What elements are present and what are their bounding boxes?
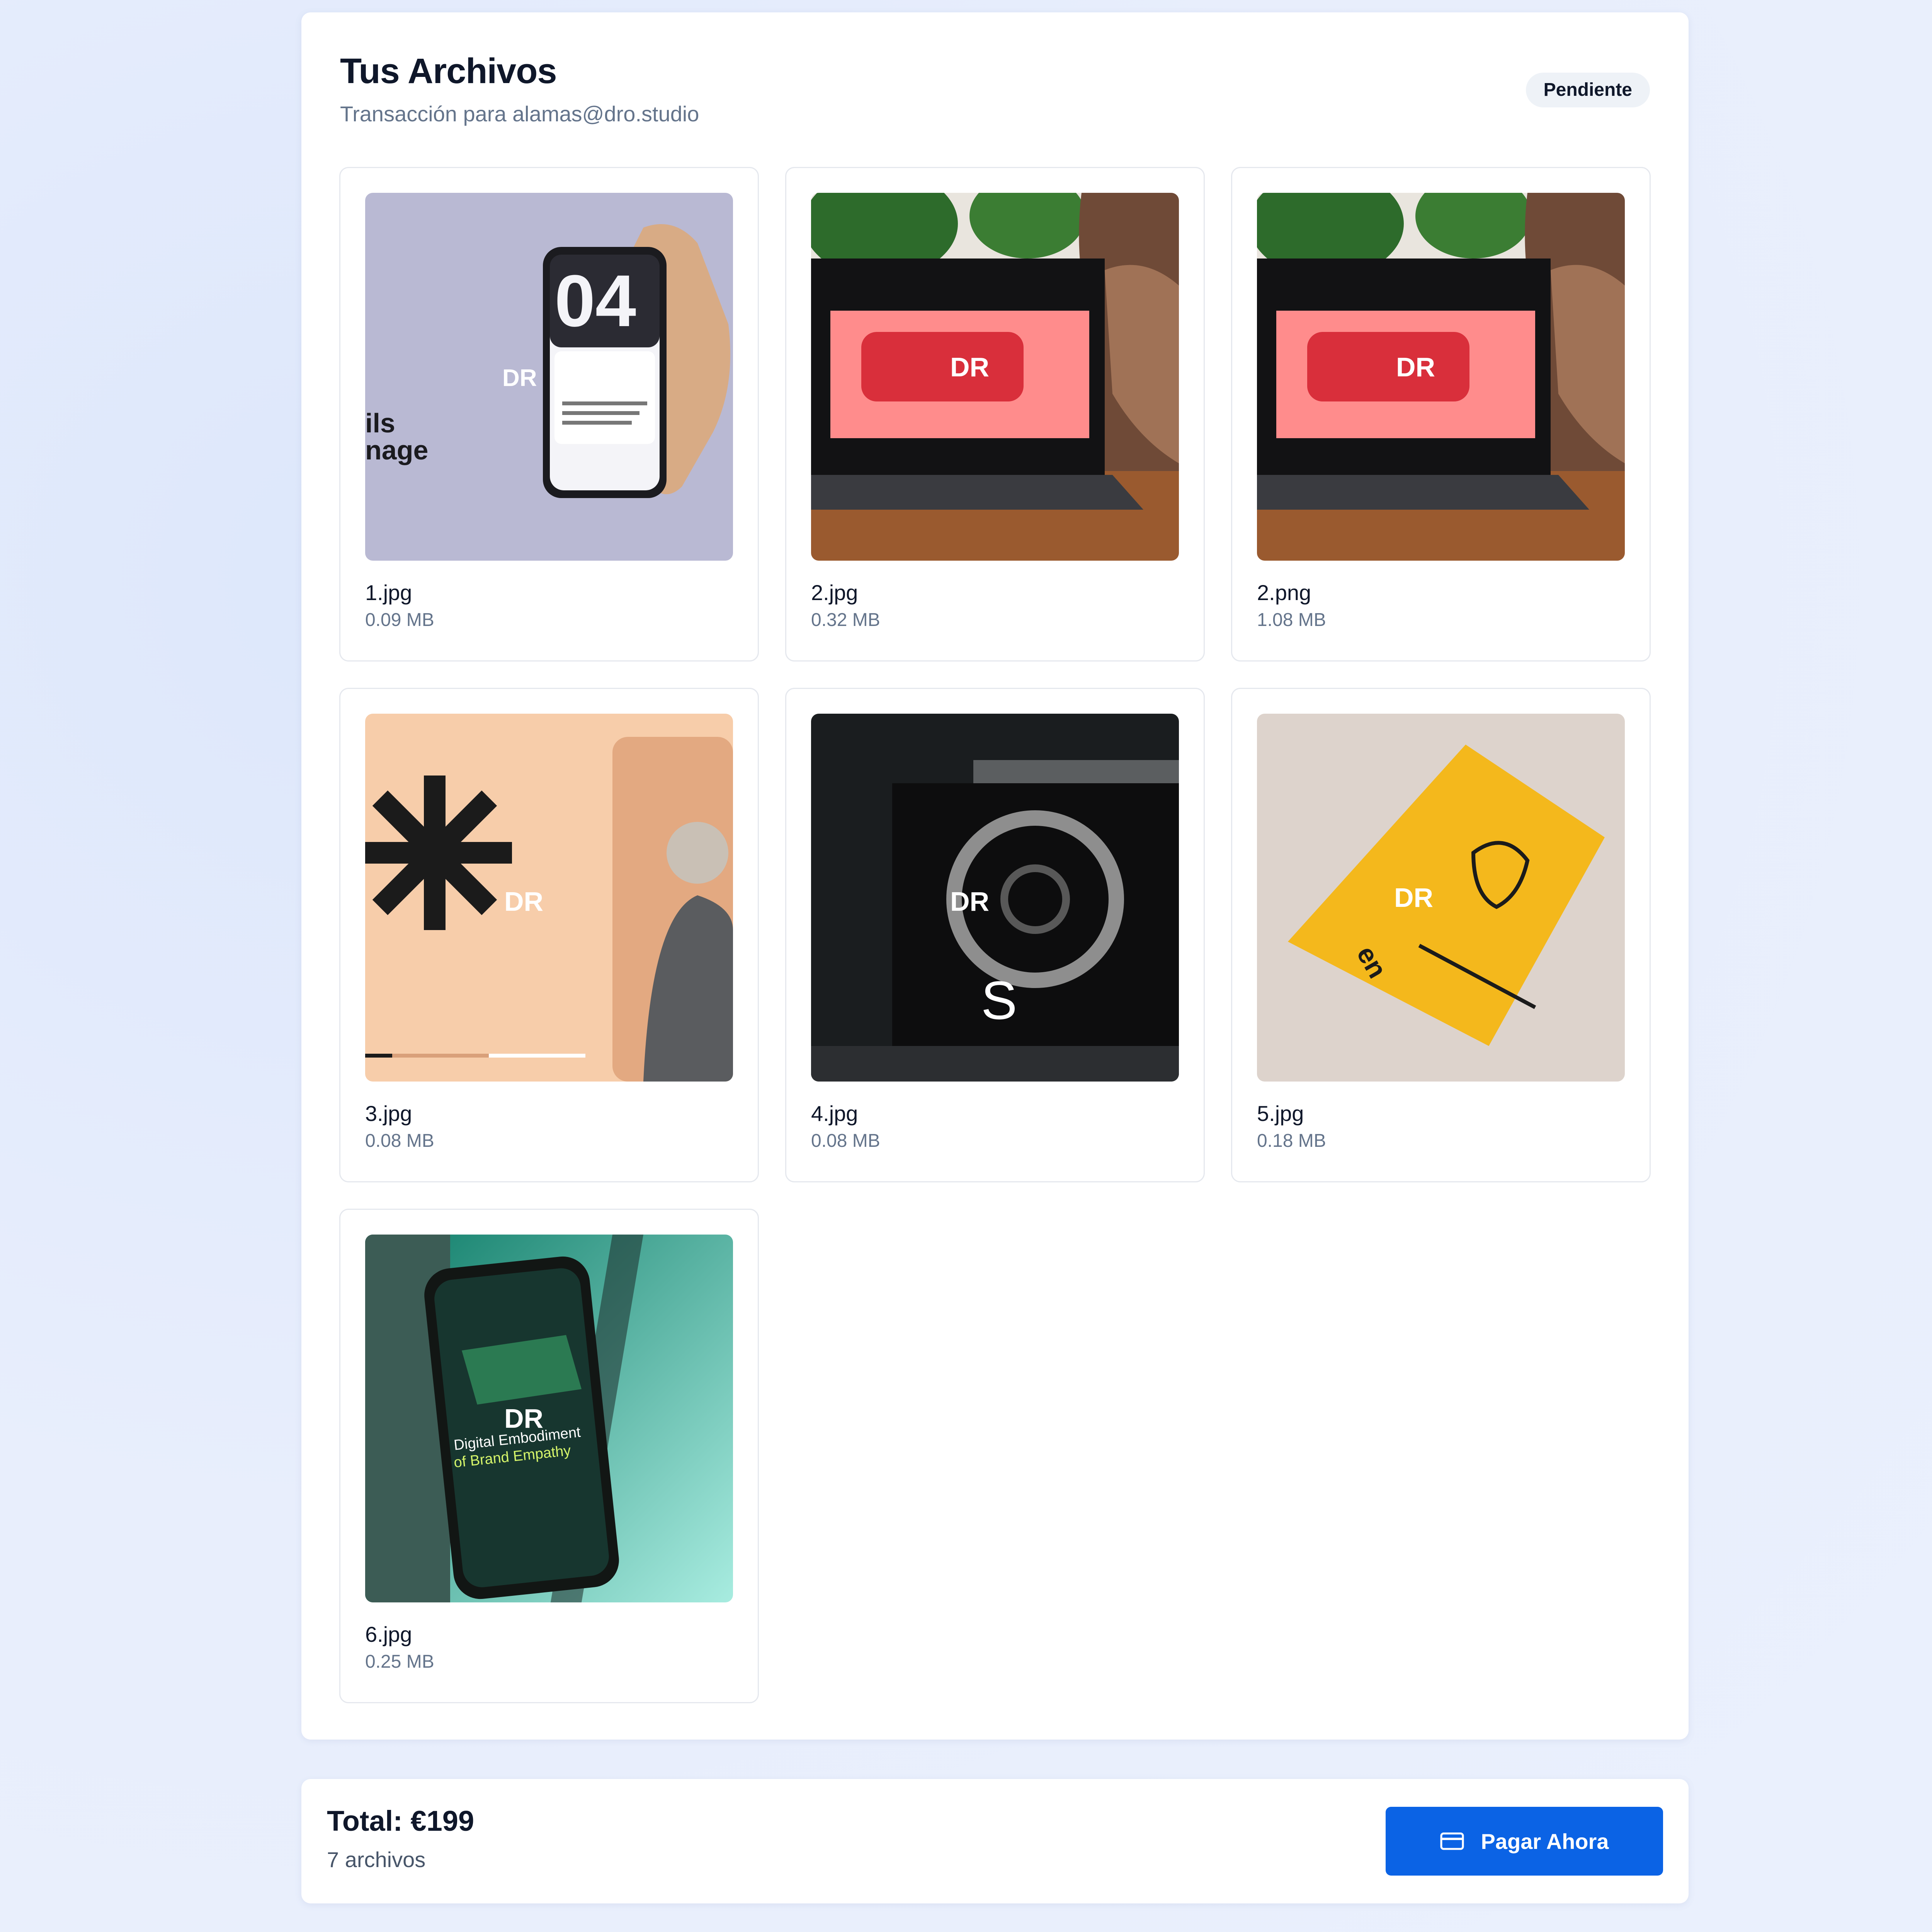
credit-card-icon	[1440, 1832, 1464, 1850]
file-thumbnail[interactable]: DR	[365, 714, 733, 1082]
file-thumbnail[interactable]: DR en	[1257, 714, 1625, 1082]
svg-text:DR: DR	[950, 886, 989, 917]
pay-now-button[interactable]: Pagar Ahora	[1386, 1807, 1663, 1876]
status-badge: Pendiente	[1526, 73, 1650, 107]
file-grid: 04 DR ils nage 1.jpg 0.09 MB DR 2.jpg 0.…	[339, 167, 1651, 1703]
file-card[interactable]: DR 2.png 1.08 MB	[1231, 167, 1651, 662]
svg-text:04: 04	[554, 260, 636, 342]
file-size: 0.25 MB	[365, 1651, 434, 1672]
peach-branding-image: DR	[365, 714, 733, 1082]
file-name: 5.jpg	[1257, 1101, 1304, 1126]
file-card[interactable]: DR Digital Embodiment of Brand Empathy 6…	[339, 1209, 759, 1703]
file-card[interactable]: DR S 4.jpg 0.08 MB	[785, 688, 1205, 1182]
file-card[interactable]: DR en 5.jpg 0.18 MB	[1231, 688, 1651, 1182]
file-size: 0.08 MB	[811, 1131, 880, 1151]
svg-text:nage: nage	[365, 435, 428, 465]
total-amount: Total: €199	[327, 1805, 474, 1837]
file-thumbnail[interactable]: DR	[811, 193, 1179, 561]
file-count: 7 archivos	[327, 1847, 426, 1872]
file-card[interactable]: 04 DR ils nage 1.jpg 0.09 MB	[339, 167, 759, 662]
file-thumbnail[interactable]: DR	[1257, 193, 1625, 561]
file-size: 0.09 MB	[365, 610, 434, 630]
laptop-sofa-image: DR	[811, 193, 1179, 561]
svg-text:ils: ils	[365, 408, 395, 438]
transaction-subtitle: Transacción para alamas@dro.studio	[340, 102, 699, 126]
teal-phone-image: DR Digital Embodiment of Brand Empathy	[365, 1235, 733, 1602]
file-name: 2.jpg	[811, 580, 858, 605]
svg-text:DR: DR	[950, 352, 989, 382]
svg-text:DR: DR	[504, 886, 543, 917]
file-thumbnail[interactable]: 04 DR ils nage	[365, 193, 733, 561]
file-size: 0.18 MB	[1257, 1131, 1326, 1151]
file-thumbnail[interactable]: DR S	[811, 714, 1179, 1082]
file-size: 0.32 MB	[811, 610, 880, 630]
yellow-card-image: DR en	[1257, 714, 1625, 1082]
files-panel: Tus Archivos Transacción para alamas@dro…	[301, 12, 1689, 1740]
svg-text:DR: DR	[502, 365, 537, 391]
dark-laptop-image: DR S	[811, 714, 1179, 1082]
phone-in-hand-image: 04 DR ils nage	[365, 193, 733, 561]
file-name: 6.jpg	[365, 1622, 412, 1646]
file-size: 1.08 MB	[1257, 610, 1326, 630]
svg-text:S: S	[981, 970, 1017, 1031]
checkout-footer: Total: €199 7 archivos Pagar Ahora	[301, 1779, 1689, 1903]
file-size: 0.08 MB	[365, 1131, 434, 1151]
file-card[interactable]: DR 3.jpg 0.08 MB	[339, 688, 759, 1182]
file-name: 3.jpg	[365, 1101, 412, 1126]
pay-now-label: Pagar Ahora	[1481, 1829, 1609, 1854]
file-name: 1.jpg	[365, 580, 412, 605]
file-name: 2.png	[1257, 580, 1311, 605]
svg-text:DR: DR	[1394, 883, 1433, 913]
page-title: Tus Archivos	[340, 51, 557, 91]
svg-text:DR: DR	[1396, 352, 1435, 382]
file-card[interactable]: DR 2.jpg 0.32 MB	[785, 167, 1205, 662]
laptop-sofa-image: DR	[1257, 193, 1625, 561]
file-name: 4.jpg	[811, 1101, 858, 1126]
file-thumbnail[interactable]: DR Digital Embodiment of Brand Empathy	[365, 1235, 733, 1602]
